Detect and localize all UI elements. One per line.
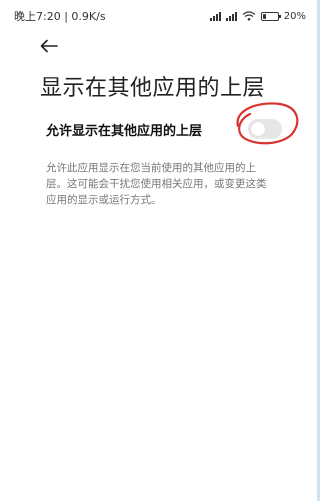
battery-icon: [260, 11, 281, 21]
signal-icon: [225, 11, 237, 21]
setting-label: 允许显示在其他应用的上层: [46, 123, 203, 139]
setting-description: 允许此应用显示在您当前使用的其他应用的上层。这可能会干扰您使用相关应用，或变更这…: [46, 162, 267, 206]
back-button[interactable]: [40, 36, 70, 56]
status-bar: 晚上7:20 | 0.9K/s 20%: [0, 0, 320, 32]
setting-row-overlay-permission[interactable]: 允许显示在其他应用的上层: [46, 116, 286, 142]
signal-icon: [209, 11, 221, 21]
battery-percent: 20%: [283, 10, 306, 22]
status-net-speed: 0.9K/s: [71, 9, 106, 23]
arrow-left-icon: [40, 39, 58, 53]
status-time: 晚上7:20: [14, 10, 61, 23]
page-title: 显示在其他应用的上层: [40, 76, 266, 101]
toggle-knob: [251, 122, 265, 136]
wifi-icon: [242, 11, 256, 21]
status-separator: |: [60, 9, 72, 23]
overlay-permission-toggle[interactable]: [248, 119, 282, 139]
status-right: 20%: [209, 10, 306, 22]
battery-fill: [262, 13, 266, 19]
status-left: 晚上7:20 | 0.9K/s: [14, 8, 106, 24]
